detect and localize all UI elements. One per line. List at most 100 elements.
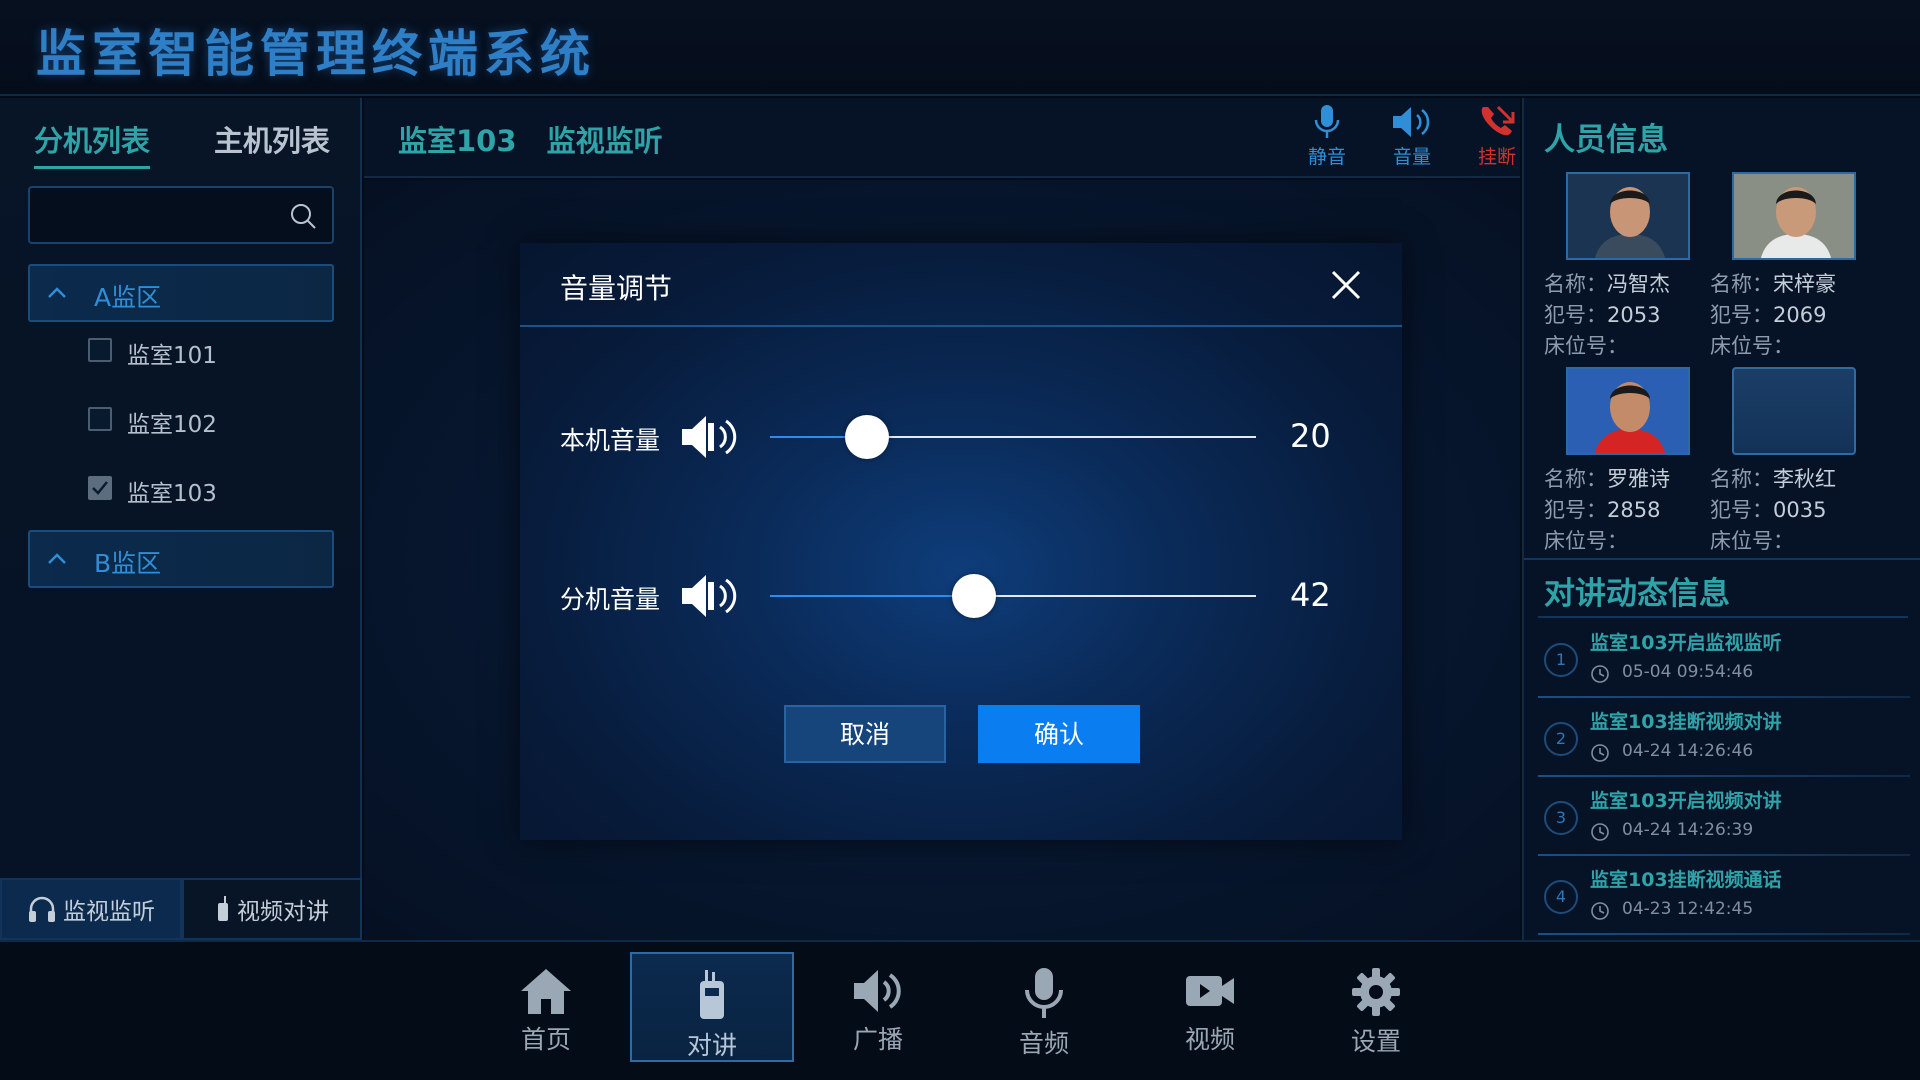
cancel-button[interactable]: 取消: [784, 705, 946, 763]
extension-volume-thumb[interactable]: [952, 574, 997, 618]
room-103-checkbox[interactable]: [88, 476, 112, 500]
nav-audio[interactable]: 音频: [962, 952, 1126, 1062]
person-card[interactable]: 名称：冯智杰 犯号：2053 床位号：: [1544, 172, 1704, 362]
local-volume-thumb[interactable]: [845, 415, 890, 459]
person-photo: [1732, 172, 1856, 260]
room-101-label: 监室101: [127, 343, 217, 369]
confirm-button[interactable]: 确认: [978, 705, 1140, 763]
extension-volume-label: 分机音量: [560, 585, 661, 614]
person-portrait-icon: [1568, 174, 1688, 258]
person-bed: 床位号：: [1544, 529, 1628, 553]
event-divider: [1538, 775, 1910, 777]
nav-intercom[interactable]: 对讲: [630, 952, 794, 1062]
event-item[interactable]: 1 监室103开启监视监听 05-04 09:54:46: [1538, 622, 1910, 698]
event-title: 监室103挂断视频通话: [1590, 869, 1782, 891]
person-bed: 床位号：: [1710, 529, 1794, 553]
section-divider: [1538, 616, 1908, 618]
person-card[interactable]: 名称：罗雅诗 犯号：2858 床位号：: [1544, 367, 1704, 557]
person-name: 名称：李秋红: [1710, 467, 1836, 491]
room-101-checkbox[interactable]: [88, 338, 112, 362]
person-name: 名称：罗雅诗: [1544, 467, 1670, 491]
room-102-label: 监室102: [127, 412, 217, 438]
person-number: 犯号：2858: [1544, 498, 1661, 522]
local-volume-slider[interactable]: [770, 415, 1256, 459]
section-divider: [1524, 558, 1920, 560]
left-tabs: 分机列表 主机列表: [0, 118, 362, 169]
zone-a-header[interactable]: A监区: [28, 264, 334, 322]
person-number: 犯号：2069: [1710, 303, 1827, 327]
left-bottom-tabs: 监视监听 视频对讲: [0, 878, 362, 940]
chevron-up-icon: [48, 553, 66, 564]
event-number: 4: [1544, 880, 1578, 914]
clock-icon: [1591, 665, 1609, 683]
search-icon[interactable]: [288, 201, 318, 231]
mute-button[interactable]: 静音: [1292, 104, 1362, 174]
person-card[interactable]: 名称：宋梓豪 犯号：2069 床位号：: [1710, 172, 1870, 362]
event-number: 3: [1544, 801, 1578, 835]
chevron-up-icon: [48, 287, 66, 298]
center-header: 监室103 监视监听 静音 音量 挂断: [364, 98, 1520, 178]
microphone-icon: [1025, 968, 1063, 1018]
speaker-icon: [682, 575, 737, 617]
event-item[interactable]: 2 监室103挂断视频对讲 04-24 14:26:46: [1538, 701, 1910, 777]
mute-label: 静音: [1307, 146, 1346, 168]
extension-volume-value: 42: [1290, 576, 1331, 614]
person-card[interactable]: 名称：李秋红 犯号：0035 床位号：: [1710, 367, 1870, 557]
clock-icon: [1591, 744, 1609, 762]
nav-video[interactable]: 视频: [1128, 952, 1292, 1062]
search-input[interactable]: [30, 188, 280, 242]
person-photo-placeholder: [1732, 367, 1856, 455]
person-photo: [1566, 172, 1690, 260]
room-103-label: 监室103: [127, 481, 217, 507]
breadcrumb-mode: 监视监听: [546, 124, 663, 158]
breadcrumb: 监室103 监视监听: [398, 118, 683, 160]
tab-host-list[interactable]: 主机列表: [214, 118, 330, 166]
local-volume-row: 本机音量 20: [520, 407, 1402, 467]
nav-settings-label: 设置: [1350, 1027, 1401, 1056]
tab-extension-list[interactable]: 分机列表: [34, 118, 151, 169]
event-title: 监室103开启监视监听: [1590, 632, 1782, 654]
checkmark-icon: [92, 481, 108, 495]
event-number: 2: [1544, 722, 1578, 756]
tab-video-intercom[interactable]: 视频对讲: [182, 878, 362, 940]
breadcrumb-room: 监室103: [398, 124, 517, 158]
room-102-checkbox[interactable]: [88, 407, 112, 431]
speaker-icon: [854, 970, 901, 1012]
dialog-header: 音量调节: [520, 243, 1402, 327]
person-name: 名称：冯智杰: [1544, 272, 1670, 296]
extension-volume-slider[interactable]: [770, 574, 1256, 618]
headphones-icon: [29, 896, 55, 922]
zone-b-header[interactable]: B监区: [28, 530, 334, 588]
event-item[interactable]: 4 监室103挂断视频通话 04-23 12:42:45: [1538, 859, 1910, 935]
event-divider: [1538, 854, 1910, 856]
events-title: 对讲动态信息: [1544, 576, 1730, 612]
person-portrait-icon: [1568, 369, 1688, 453]
volume-label: 音量: [1392, 146, 1431, 168]
event-divider: [1538, 696, 1910, 698]
home-icon: [521, 969, 571, 1014]
close-icon[interactable]: [1326, 265, 1366, 305]
zone-a-label: A监区: [94, 283, 162, 312]
volume-dialog: 音量调节 本机音量 20 分机音量 42 取消 确认: [520, 243, 1402, 840]
nav-broadcast[interactable]: 广播: [796, 952, 960, 1062]
event-divider: [1538, 933, 1910, 935]
event-title: 监室103挂断视频对讲: [1590, 711, 1782, 733]
event-item[interactable]: 3 监室103开启视频对讲 04-24 14:26:39: [1538, 780, 1910, 856]
nav-settings[interactable]: 设置: [1294, 952, 1458, 1062]
tab-monitor-listen-label: 监视监听: [63, 899, 155, 925]
clock-icon: [1591, 823, 1609, 841]
dialog-title: 音量调节: [560, 272, 673, 305]
tab-monitor-listen[interactable]: 监视监听: [0, 878, 182, 940]
walkie-talkie-icon: [218, 896, 228, 921]
right-panel: 人员信息 名称：冯智杰 犯号：2053 床位号： 名称：宋梓豪 犯号：2069: [1522, 98, 1920, 940]
volume-button[interactable]: 音量: [1377, 104, 1447, 174]
gear-icon: [1352, 968, 1400, 1016]
event-time: 04-24 14:26:46: [1622, 741, 1754, 761]
top-bar: 监室智能管理终端系统: [0, 0, 1920, 96]
nav-home-label: 首页: [520, 1025, 571, 1054]
nav-audio-label: 音频: [1018, 1029, 1069, 1058]
person-name: 名称：宋梓豪: [1710, 272, 1836, 296]
person-photo: [1566, 367, 1690, 455]
nav-home[interactable]: 首页: [464, 952, 628, 1062]
persons-title: 人员信息: [1544, 122, 1668, 158]
